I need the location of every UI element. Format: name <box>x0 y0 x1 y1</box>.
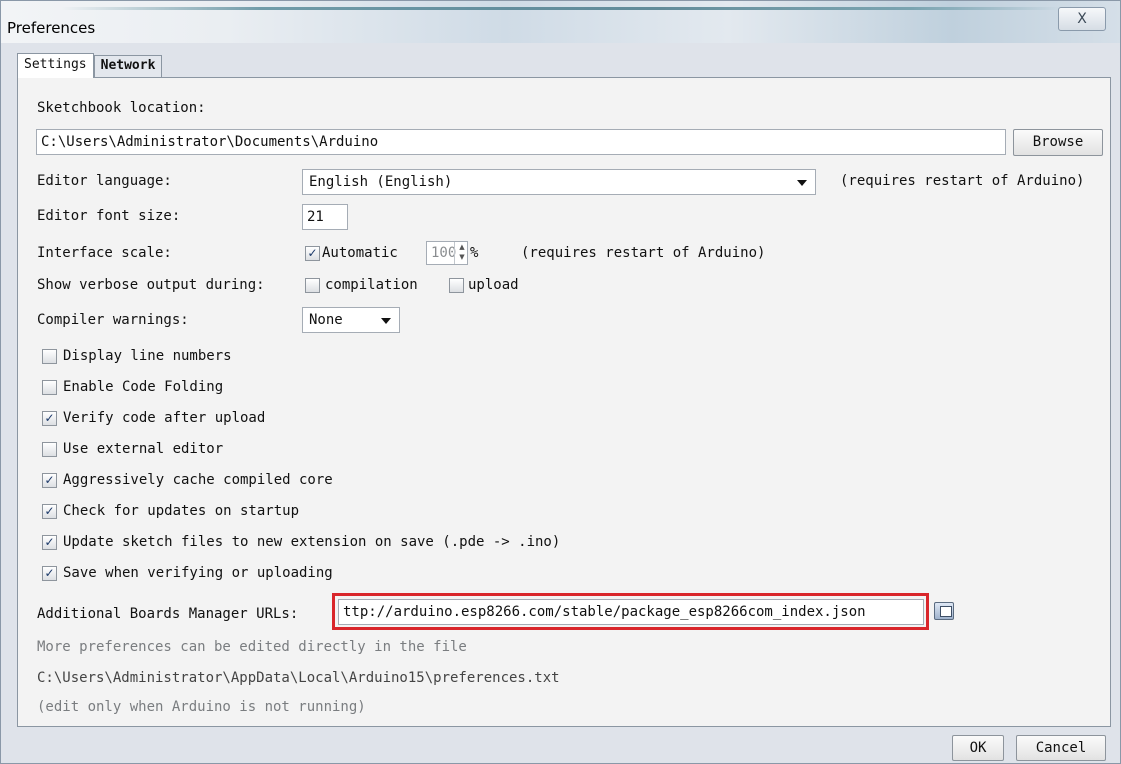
upload-label: upload <box>468 277 519 293</box>
option-label-1: Display line numbers <box>63 348 232 364</box>
compiler-warnings-select[interactable]: None <box>302 307 400 333</box>
check-mark-icon: ✓ <box>44 411 55 425</box>
check-mark-icon: ✓ <box>44 535 55 549</box>
check-mark-icon: ✓ <box>307 246 318 260</box>
option-label-3: Verify code after upload <box>63 410 266 426</box>
interface-scale-note: (requires restart of Arduino) <box>521 245 766 261</box>
option-checkbox-7[interactable]: ✓ <box>42 535 57 550</box>
interface-scale-label: Interface scale: <box>37 245 172 261</box>
compilation-label: compilation <box>325 277 418 293</box>
sketchbook-location-input[interactable]: C:\Users\Administrator\Documents\Arduino <box>36 129 1006 155</box>
editor-language-value: English (English) <box>309 174 453 190</box>
check-mark-icon: ✓ <box>44 504 55 518</box>
boards-manager-urls-input[interactable]: ttp://arduino.esp8266.com/stable/package… <box>338 599 924 625</box>
compilation-checkbox[interactable] <box>305 278 320 293</box>
option-checkbox-6[interactable]: ✓ <box>42 504 57 519</box>
close-icon: X <box>1077 11 1087 27</box>
check-mark-icon: ✓ <box>44 473 55 487</box>
tab-settings[interactable]: Settings <box>17 53 94 78</box>
more-preferences-text: More preferences can be edited directly … <box>37 639 467 655</box>
window-title: Preferences <box>7 19 96 37</box>
tab-network[interactable]: Network <box>93 55 163 77</box>
chevron-down-icon <box>381 318 391 324</box>
automatic-label: Automatic <box>322 245 398 261</box>
option-checkbox-1[interactable] <box>42 349 57 364</box>
interface-scale-unit: % <box>470 245 479 261</box>
compiler-warnings-label: Compiler warnings: <box>37 312 189 328</box>
option-label-7: Update sketch files to new extension on … <box>63 534 561 550</box>
option-label-8: Save when verifying or uploading <box>63 565 333 581</box>
option-label-5: Aggressively cache compiled core <box>63 472 333 488</box>
option-checkbox-4[interactable] <box>42 442 57 457</box>
edit-urls-window-icon[interactable] <box>934 602 954 620</box>
editor-language-label: Editor language: <box>37 173 172 189</box>
automatic-checkbox[interactable]: ✓ <box>305 246 320 261</box>
ok-button[interactable]: OK <box>952 735 1004 761</box>
compiler-warnings-value: None <box>309 312 343 328</box>
settings-panel: Sketchbook location: C:\Users\Administra… <box>17 77 1111 727</box>
option-checkbox-3[interactable]: ✓ <box>42 411 57 426</box>
cancel-button[interactable]: Cancel <box>1016 735 1106 761</box>
title-bar[interactable]: Preferences X <box>1 1 1120 43</box>
tab-bar: Settings Network <box>17 53 163 78</box>
preferences-window: Preferences X Settings Network Sketchboo… <box>0 0 1121 764</box>
title-bar-accent <box>61 7 1061 10</box>
verbose-output-label: Show verbose output during: <box>37 277 265 293</box>
editor-language-select[interactable]: English (English) <box>302 169 816 195</box>
edit-note-text: (edit only when Arduino is not running) <box>37 699 366 715</box>
chevron-down-icon <box>797 180 807 186</box>
editor-font-size-label: Editor font size: <box>37 208 181 224</box>
editor-font-size-input[interactable]: 21 <box>302 204 348 230</box>
sketchbook-location-label: Sketchbook location: <box>37 100 206 116</box>
option-label-2: Enable Code Folding <box>63 379 224 395</box>
boards-manager-urls-label: Additional Boards Manager URLs: <box>37 606 299 622</box>
check-mark-icon: ✓ <box>44 566 55 580</box>
option-checkbox-8[interactable]: ✓ <box>42 566 57 581</box>
option-checkbox-2[interactable] <box>42 380 57 395</box>
preferences-file-path[interactable]: C:\Users\Administrator\AppData\Local\Ard… <box>37 670 560 686</box>
option-checkbox-5[interactable]: ✓ <box>42 473 57 488</box>
browse-button[interactable]: Browse <box>1013 129 1103 156</box>
close-button[interactable]: X <box>1058 7 1106 31</box>
interface-scale-stepper[interactable]: ▲ ▼ <box>454 242 469 264</box>
editor-language-note: (requires restart of Arduino) <box>840 173 1085 189</box>
upload-checkbox[interactable] <box>449 278 464 293</box>
option-label-4: Use external editor <box>63 441 224 457</box>
option-label-6: Check for updates on startup <box>63 503 300 519</box>
